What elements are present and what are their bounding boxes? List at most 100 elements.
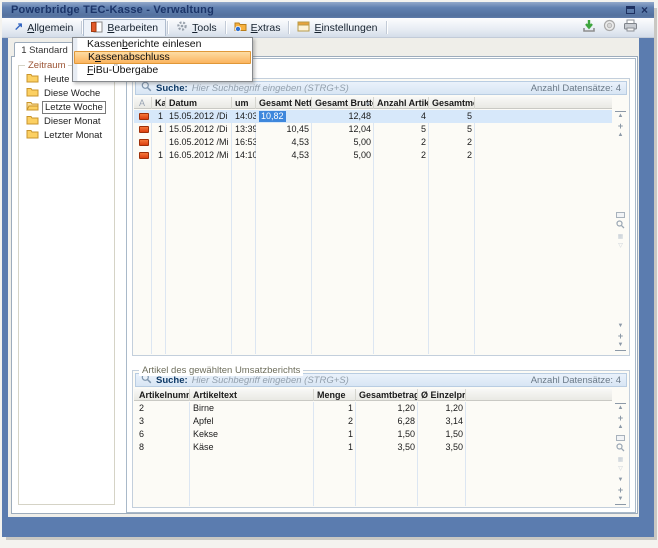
row-up-icon[interactable]: ▲ [615, 132, 626, 139]
table-row[interactable]: 3 Apfel 2 6,28 3,14 [134, 415, 612, 428]
window-border-bottom [2, 517, 654, 537]
menu-item-fibu-uebergabe[interactable]: FiBu-Übergabe [74, 64, 251, 77]
column-header-menge[interactable]: Menge [314, 389, 356, 401]
grid-icon[interactable]: ▦ [615, 457, 626, 464]
row-up-icon[interactable]: ▲ [615, 424, 626, 431]
row-down-icon[interactable]: ▼ [615, 477, 626, 484]
search-icon [141, 81, 152, 95]
column-header-ka[interactable]: Ka [152, 97, 166, 109]
window-shadow [654, 8, 657, 540]
restore-icon [626, 6, 635, 14]
articles-header-row: Artikelnummer Artikeltext Menge Gesamtbe… [134, 389, 612, 401]
page-up-icon[interactable]: + [615, 122, 626, 130]
report-icon [139, 139, 149, 146]
report-icon [139, 113, 149, 120]
window-border-right [639, 38, 654, 537]
search-label: Suche: [156, 375, 188, 386]
grid-nav-strip[interactable]: ▲ + ▲ ▦ ▽ ▼ + ▼ [614, 403, 627, 503]
page-up-icon[interactable]: + [615, 414, 626, 422]
print-button[interactable] [623, 19, 638, 37]
reports-body: 1 15.05.2012 /Di 14:03 10,82 12,48 4 5 1… [134, 110, 612, 354]
arrow-ne-icon: ↗ [14, 22, 23, 33]
window-title: Powerbridge TEC-Kasse - Verwaltung [2, 4, 214, 16]
toolbar-separator [167, 21, 168, 34]
grid-nav-strip[interactable]: ▲ + ▲ ▦ ▽ ▼ + ▼ [614, 111, 627, 351]
articles-group-label: Artikel des gewählten Umsatzberichts [139, 365, 303, 376]
column-header-a[interactable]: A [136, 97, 152, 109]
column-header-netto[interactable]: Gesamt Netto [256, 97, 312, 109]
toolbar-separator [386, 21, 387, 34]
scroll-bottom-icon[interactable]: ▼ [615, 342, 626, 351]
toolbar-separator [225, 21, 226, 34]
table-row[interactable]: 1 16.05.2012 /Mi 14:10 4,53 5,00 2 2 [134, 149, 612, 162]
menu-einstellungen[interactable]: Einstellungen [290, 19, 384, 36]
table-row[interactable]: 6 Kekse 1 1,50 1,50 [134, 428, 612, 441]
column-header-anzahl[interactable]: Anzahl Artikel [374, 97, 429, 109]
focused-cell-editor[interactable]: 10,82 [256, 110, 312, 123]
window-shadow [6, 537, 657, 540]
scroll-top-icon[interactable]: ▲ [615, 111, 626, 120]
row-down-icon[interactable]: ▼ [615, 323, 626, 330]
column-header-datum[interactable]: Datum [166, 97, 232, 109]
tab-standard[interactable]: 1 Standard [14, 42, 75, 57]
grid-icon[interactable]: ▦ [615, 234, 626, 241]
folder-icon [26, 114, 39, 128]
table-row[interactable]: 2 Birne 1 1,20 1,20 [134, 402, 612, 415]
window-border-left [2, 38, 8, 537]
menu-tools[interactable]: Tools [169, 19, 224, 36]
application-window: Powerbridge TEC-Kasse - Verwaltung × ↗ A… [0, 0, 658, 548]
reports-search-bar[interactable]: Suche: Hier Suchbegriff eingeben (STRG+S… [135, 81, 627, 95]
tree-item-letzte-woche[interactable]: Letzte Woche [19, 100, 114, 114]
menu-extras[interactable]: Extras [227, 19, 288, 36]
restore-button[interactable] [626, 1, 635, 19]
menu-einstellungen-label: Einstellungen [314, 22, 377, 34]
title-bar: Powerbridge TEC-Kasse - Verwaltung × [2, 2, 654, 18]
card-view-icon[interactable] [616, 212, 625, 218]
sort-asc-icon: ▲ [365, 98, 371, 109]
folder-go-icon [234, 20, 247, 35]
toolbar-separator [288, 21, 289, 34]
tree-item-label: Letzte Woche [42, 101, 106, 114]
filter-icon[interactable]: ▽ [615, 466, 626, 473]
notebook-icon [91, 21, 103, 36]
grid-search-icon[interactable] [615, 220, 626, 232]
menu-allgemein[interactable]: ↗ Allgemein [7, 19, 80, 36]
card-view-icon[interactable] [616, 435, 625, 441]
menu-item-kassenabschluss[interactable]: Kassenabschluss [74, 51, 251, 64]
close-button[interactable]: × [641, 3, 648, 17]
search-placeholder: Hier Suchbegriff eingeben (STRG+S) [192, 83, 349, 94]
column-header-artikeltext[interactable]: Artikeltext [190, 389, 314, 401]
folder-icon [26, 128, 39, 142]
folder-icon [26, 72, 39, 86]
filter-icon[interactable]: ▽ [615, 243, 626, 250]
table-row[interactable]: 1 15.05.2012 /Di 13:39 10,45 12,04 5 5 [134, 123, 612, 136]
scroll-top-icon[interactable]: ▲ [615, 403, 626, 412]
menu-toolbar: ↗ Allgemein Bearbeiten Tools Extras Eins… [2, 18, 654, 38]
column-header-gesamtbetrag[interactable]: Gesamtbetrag [356, 389, 418, 401]
column-header-um[interactable]: um [232, 97, 256, 109]
toolbar-separator [81, 21, 82, 34]
table-row[interactable]: 1 15.05.2012 /Di 14:03 10,82 12,48 4 5 [134, 110, 612, 123]
import-button[interactable] [582, 19, 596, 38]
search-label: Suche: [156, 83, 188, 94]
seal-button[interactable] [603, 19, 616, 37]
content-page: Zeitraum Heute Diese Woche Letzte Woche … [11, 56, 638, 514]
menu-bearbeiten[interactable]: Bearbeiten [83, 19, 166, 36]
column-header-einzelpreis[interactable]: Ø Einzelpreis [418, 389, 466, 401]
tree-item-diese-woche[interactable]: Diese Woche [19, 86, 114, 100]
column-header-brutto[interactable]: Gesamt Brutto▲ [312, 97, 374, 109]
page-down-icon[interactable]: + [615, 486, 626, 494]
menu-item-kassenberichte-einlesen[interactable]: Kassenberichte einlesen [74, 38, 251, 51]
tree-item-dieser-monat[interactable]: Dieser Monat [19, 114, 114, 128]
table-row[interactable]: 8 Käse 1 3,50 3,50 [134, 441, 612, 454]
folder-open-icon [26, 100, 39, 114]
table-row[interactable]: 16.05.2012 /Mi 16:53 4,53 5,00 2 2 [134, 136, 612, 149]
page-down-icon[interactable]: + [615, 332, 626, 340]
scroll-bottom-icon[interactable]: ▼ [615, 496, 626, 505]
column-header-menge[interactable]: Gesamtmeng [429, 97, 475, 109]
tree-item-label: Letzter Monat [42, 130, 104, 141]
tree-item-label: Heute [42, 74, 71, 85]
tree-item-letzter-monat[interactable]: Letzter Monat [19, 128, 114, 142]
column-header-artikelnummer[interactable]: Artikelnummer [136, 389, 190, 401]
grid-search-icon[interactable] [615, 443, 626, 455]
